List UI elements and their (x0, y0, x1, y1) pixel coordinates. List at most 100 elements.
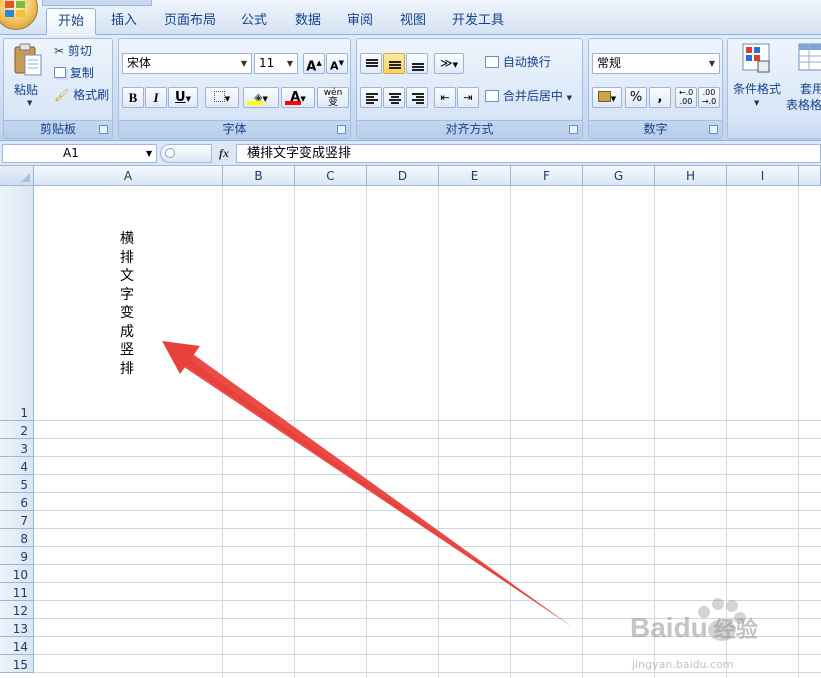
gridline-horizontal (34, 492, 821, 493)
borders-button[interactable]: ▼ (205, 87, 239, 108)
copy-button[interactable]: 复制 (54, 64, 94, 84)
gridline-horizontal (34, 474, 821, 475)
font-group: 宋体 ▼ 11 ▼ A▲ A▼ B I U▼ ▼ ◈▼ A▼ wén 变 字体 (118, 38, 351, 139)
align-center-button[interactable] (383, 87, 405, 108)
formula-content: 横排文字变成竖排 (247, 146, 352, 161)
select-all-button[interactable] (0, 166, 34, 186)
conditional-format-button[interactable]: 条件格式 ▼ (730, 41, 786, 117)
align-bottom-icon (412, 59, 424, 71)
quick-access-toolbar[interactable] (42, 0, 152, 6)
tab-formulas[interactable]: 公式 (232, 8, 276, 35)
wrap-text-icon (485, 56, 499, 68)
grow-font-button[interactable]: A▲ (303, 53, 325, 74)
column-header-partial[interactable] (799, 166, 821, 186)
office-button[interactable] (0, 0, 38, 30)
number-format-value: 常规 (597, 56, 622, 70)
row-header-10[interactable]: 10 (0, 565, 34, 583)
align-left-button[interactable] (360, 87, 382, 108)
phonetic-guide-char: 变 (328, 97, 338, 108)
conditional-format-label: 条件格式 (733, 82, 782, 96)
insert-function-button[interactable]: fx (214, 145, 234, 162)
tab-review[interactable]: 审阅 (338, 8, 382, 35)
accounting-format-button[interactable]: ▼ (592, 87, 622, 108)
increase-decimal-icon: ←.0 (678, 88, 694, 97)
copy-icon (54, 67, 66, 78)
shrink-font-icon: A (330, 59, 339, 73)
row-header-14[interactable]: 14 (0, 637, 34, 655)
wrap-text-button[interactable]: 自动换行 (485, 53, 551, 73)
percent-button[interactable]: % (625, 87, 647, 108)
number-format-combo[interactable]: 常规 ▼ (592, 53, 720, 74)
increase-indent-button[interactable]: ⇥ (457, 87, 479, 108)
row-header-4[interactable]: 4 (0, 457, 34, 475)
worksheet-grid[interactable]: ABCDEFGHI 1 2 3 4 5 6 7 8 9 10 11 12 13 14 15 横排文字变成竖排… (0, 166, 821, 678)
font-name-combo[interactable]: 宋体 ▼ (122, 53, 252, 74)
format-painter-button[interactable]: 🖌 格式刷 (54, 86, 109, 106)
number-dialog-launcher-icon[interactable] (709, 125, 718, 134)
row-header-2[interactable]: 2 (0, 421, 34, 439)
gridline-vertical (582, 186, 583, 678)
phonetic-guide-button[interactable]: wén 变 (317, 87, 349, 108)
tab-data[interactable]: 数据 (286, 8, 330, 35)
orientation-button[interactable]: ≫▼ (434, 53, 464, 74)
format-as-table-button[interactable]: 套用 表格格 (786, 41, 821, 117)
gridline-horizontal (34, 528, 821, 529)
row-header-7[interactable]: 7 (0, 511, 34, 529)
row-header-13[interactable]: 13 (0, 619, 34, 637)
column-header-h[interactable]: H (655, 166, 727, 186)
formula-input[interactable]: 横排文字变成竖排 (236, 144, 821, 163)
font-dialog-launcher-icon[interactable] (337, 125, 346, 134)
tab-developer[interactable]: 开发工具 (446, 8, 510, 35)
align-top-button[interactable] (360, 53, 382, 74)
percent-icon: % (629, 90, 643, 105)
column-header-a[interactable]: A (34, 166, 223, 186)
align-right-button[interactable] (406, 87, 428, 108)
cut-button[interactable]: ✂ 剪切 (54, 42, 92, 62)
font-size-combo[interactable]: 11 ▼ (254, 53, 298, 74)
row-header-1[interactable]: 1 (0, 186, 34, 421)
row-header-3[interactable]: 3 (0, 439, 34, 457)
paste-button[interactable]: 粘贴 ▼ (8, 41, 48, 117)
formula-bar: A1 ▼ fx 横排文字变成竖排 (0, 141, 821, 166)
row-header-12[interactable]: 12 (0, 601, 34, 619)
alignment-dialog-launcher-icon[interactable] (569, 125, 578, 134)
column-header-d[interactable]: D (367, 166, 439, 186)
row-header-6[interactable]: 6 (0, 493, 34, 511)
row-header-11[interactable]: 11 (0, 583, 34, 601)
column-header-g[interactable]: G (583, 166, 655, 186)
font-color-button[interactable]: A▼ (281, 87, 315, 108)
align-center-icon (389, 93, 401, 104)
column-header-c[interactable]: C (295, 166, 367, 186)
tab-home[interactable]: 开始 (46, 8, 96, 35)
gridline-horizontal (34, 456, 821, 457)
row-header-5[interactable]: 5 (0, 475, 34, 493)
bold-button[interactable]: B (122, 87, 144, 108)
column-header-f[interactable]: F (511, 166, 583, 186)
row-header-15[interactable]: 15 (0, 655, 34, 673)
tab-insert[interactable]: 插入 (102, 8, 146, 35)
increase-decimal-button[interactable]: ←.0 .00 (675, 87, 697, 108)
shrink-font-button[interactable]: A▼ (326, 53, 348, 74)
align-middle-button[interactable] (383, 53, 405, 74)
tab-view[interactable]: 视图 (391, 8, 435, 35)
clipboard-dialog-launcher-icon[interactable] (99, 125, 108, 134)
underline-button[interactable]: U▼ (168, 87, 198, 108)
tab-page-layout[interactable]: 页面布局 (158, 8, 222, 35)
decrease-indent-button[interactable]: ⇤ (434, 87, 456, 108)
copy-label: 复制 (69, 66, 94, 80)
row-header-9[interactable]: 9 (0, 547, 34, 565)
fill-color-button[interactable]: ◈▼ (243, 87, 279, 108)
comma-style-button[interactable]: , (649, 87, 671, 108)
name-box[interactable]: A1 ▼ (2, 144, 157, 163)
formula-bar-resize-handle[interactable] (160, 144, 212, 163)
row-header-8[interactable]: 8 (0, 529, 34, 547)
decrease-decimal-button[interactable]: .00 →.0 (698, 87, 720, 108)
italic-button[interactable]: I (145, 87, 167, 108)
decrease-decimal-label: .00 (702, 88, 716, 97)
align-bottom-button[interactable] (406, 53, 428, 74)
chevron-down-icon: ▼ (566, 94, 573, 102)
column-header-e[interactable]: E (439, 166, 511, 186)
column-header-b[interactable]: B (223, 166, 295, 186)
column-header-i[interactable]: I (727, 166, 799, 186)
merge-center-button[interactable]: 合并后居中 ▼ (485, 87, 572, 107)
